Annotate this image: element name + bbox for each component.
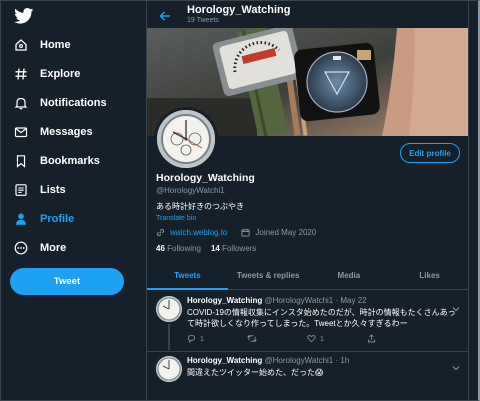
- sidebar-item-label: More: [40, 242, 67, 254]
- tweet[interactable]: Horology_Watching @HorologyWatchi1 · May…: [147, 291, 468, 351]
- twitter-bird-icon[interactable]: [14, 8, 34, 24]
- thread-line: [168, 324, 170, 350]
- profile-bio: ある時計好きのつぶやき: [156, 202, 244, 211]
- link-icon: [156, 228, 165, 237]
- tweet-avatar[interactable]: [156, 356, 182, 382]
- followers-label: Followers: [222, 244, 257, 253]
- sidebar-item-more[interactable]: More: [14, 236, 66, 260]
- tweet[interactable]: Horology_Watching @HorologyWatchi1 · 1h …: [147, 352, 468, 401]
- heart-icon: [307, 334, 316, 345]
- more-circle-icon: [14, 241, 28, 255]
- sidebar-item-label: Bookmarks: [40, 155, 100, 167]
- profile-header: Horology_Watching 19 Tweets: [147, 0, 468, 28]
- like-count: 1: [320, 336, 324, 343]
- list-icon: [14, 183, 28, 197]
- tweet-avatar[interactable]: [156, 296, 182, 322]
- sidebar-item-bookmarks[interactable]: Bookmarks: [14, 149, 100, 173]
- tweet-author-handle: @HorologyWatchi1: [264, 356, 334, 365]
- tweet-timestamp[interactable]: · 1h: [335, 356, 349, 365]
- follow-stats: 46 Following 14 Followers: [156, 244, 256, 253]
- sidebar-item-notifications[interactable]: Notifications: [14, 91, 107, 115]
- sidebar-item-lists[interactable]: Lists: [14, 178, 66, 202]
- sidebar-item-messages[interactable]: Messages: [14, 120, 93, 144]
- edit-profile-button[interactable]: Edit profile: [400, 143, 460, 163]
- tweet-header: Horology_Watching @HorologyWatchi1 · May…: [187, 296, 367, 305]
- bookmark-icon: [14, 154, 28, 168]
- retweet-button[interactable]: [247, 334, 307, 345]
- followers-count: 14: [210, 244, 220, 253]
- profile-tabs: Tweets Tweets & replies Media Likes: [147, 262, 468, 290]
- envelope-icon: [14, 125, 28, 139]
- sidebar-item-explore[interactable]: Explore: [14, 62, 80, 86]
- tweet-timestamp[interactable]: · May 22: [335, 296, 366, 305]
- website-link[interactable]: watch.weblog.to: [170, 228, 227, 237]
- reply-button[interactable]: 1: [187, 334, 247, 345]
- share-button[interactable]: [367, 334, 427, 345]
- reply-icon: [187, 334, 196, 345]
- sidebar: Home Explore Notifications Messages Book…: [0, 0, 146, 401]
- profile-handle: @HorologyWatchi1: [156, 186, 225, 195]
- tab-tweets[interactable]: Tweets: [147, 262, 228, 290]
- share-icon: [367, 334, 376, 345]
- tweet-button[interactable]: Tweet: [10, 268, 124, 295]
- sidebar-item-label: Messages: [40, 126, 93, 138]
- calendar-icon: [241, 228, 250, 237]
- sidebar-item-label: Lists: [40, 184, 66, 196]
- reply-count: 1: [200, 336, 204, 343]
- tweet-author-name[interactable]: Horology_Watching: [187, 296, 262, 305]
- sidebar-item-label: Home: [40, 39, 71, 51]
- translate-bio-link[interactable]: Translate bio: [156, 215, 196, 222]
- sidebar-item-home[interactable]: Home: [14, 33, 71, 57]
- following-label: Following: [167, 244, 201, 253]
- retweet-icon: [247, 334, 257, 345]
- tab-media[interactable]: Media: [309, 262, 390, 289]
- tweet-actions: 1 1: [187, 334, 427, 345]
- tweet-author-name[interactable]: Horology_Watching: [187, 356, 262, 365]
- chevron-down-icon[interactable]: [452, 299, 460, 312]
- back-arrow-icon[interactable]: [159, 9, 171, 21]
- person-icon: [14, 212, 28, 226]
- profile-name: Horology_Watching: [156, 172, 255, 184]
- hashtag-icon: [14, 67, 28, 81]
- like-button[interactable]: 1: [307, 334, 367, 345]
- tweet-header: Horology_Watching @HorologyWatchi1 · 1h: [187, 356, 349, 365]
- chevron-down-icon[interactable]: [452, 358, 460, 371]
- sidebar-item-label: Profile: [40, 213, 75, 225]
- profile-column: Horology_Watching 19 Tweets Edit profile…: [146, 0, 469, 401]
- bell-icon: [14, 96, 28, 110]
- profile-meta: watch.weblog.to Joined May 2020: [156, 228, 316, 237]
- following-link[interactable]: 46 Following: [156, 244, 201, 253]
- tweet-count: 19 Tweets: [187, 17, 219, 24]
- home-icon: [14, 38, 28, 52]
- avatar[interactable]: [154, 107, 218, 171]
- followers-link[interactable]: 14 Followers: [211, 244, 256, 253]
- sidebar-item-label: Notifications: [40, 97, 107, 109]
- sidebar-item-label: Explore: [40, 68, 81, 80]
- following-count: 46: [156, 244, 165, 253]
- tweet-author-handle: @HorologyWatchi1: [264, 296, 334, 305]
- tab-tweets-replies[interactable]: Tweets & replies: [228, 262, 309, 289]
- sidebar-item-profile[interactable]: Profile: [14, 207, 74, 231]
- tweet-text: COVID-19の情報収集にインスタ始めたのだが、時計の情報もたくさんあって時計…: [187, 308, 456, 328]
- joined-date: Joined May 2020: [255, 228, 317, 237]
- tab-likes[interactable]: Likes: [389, 262, 468, 289]
- page-title: Horology_Watching: [187, 4, 291, 16]
- tweet-text: 間違えたツイッター始めた、だった😱: [187, 368, 324, 377]
